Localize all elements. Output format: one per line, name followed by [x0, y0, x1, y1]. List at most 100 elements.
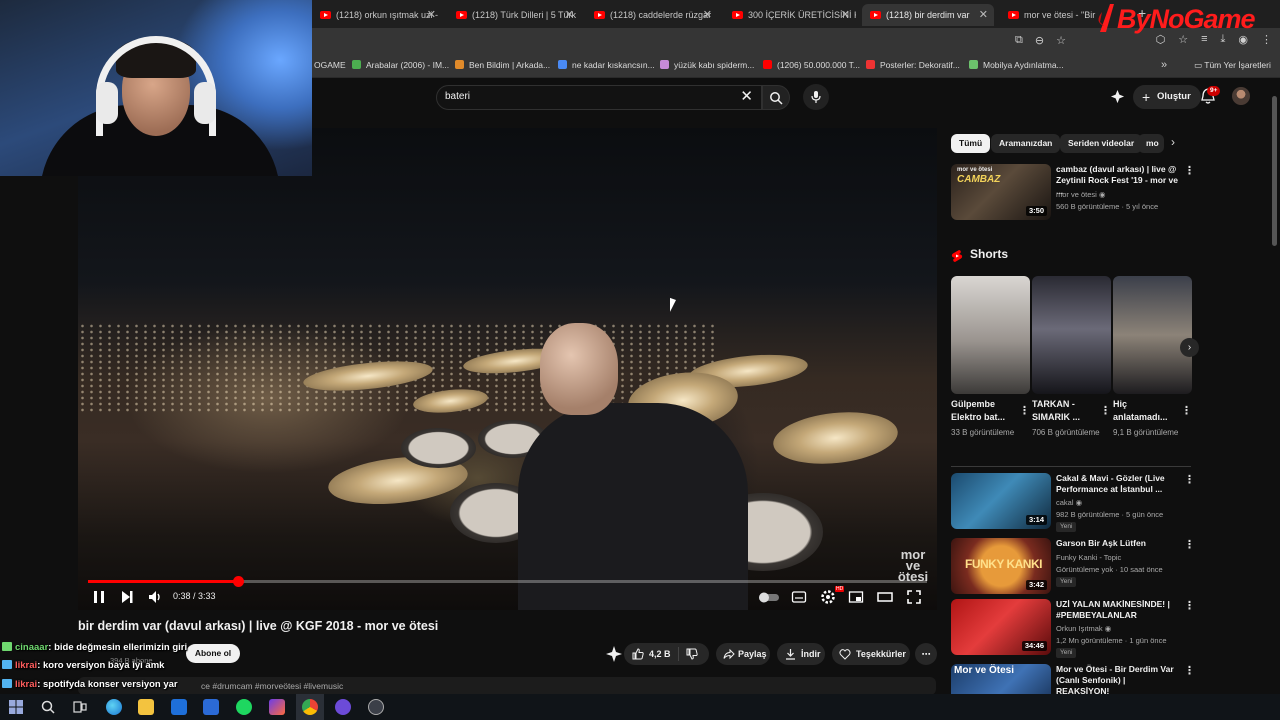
recommendation-item[interactable]: FUNKY KANKI 3:42 Garson Bir Aşk Lütfen F…	[951, 538, 1195, 596]
ask-sparkle-icon[interactable]	[605, 645, 623, 663]
bookmark-item[interactable]: OGAME	[314, 60, 346, 70]
short-thumbnail[interactable]	[1113, 276, 1192, 394]
subtitles-icon[interactable]	[791, 589, 807, 605]
task-view-icon[interactable]	[72, 699, 88, 715]
sparkle-icon[interactable]	[1110, 89, 1125, 104]
autoplay-toggle[interactable]	[758, 589, 780, 605]
close-icon[interactable]: ✕	[841, 4, 850, 26]
short-thumbnail[interactable]	[951, 276, 1030, 394]
edge-browser-icon[interactable]	[106, 699, 122, 715]
outlook-icon[interactable]	[171, 699, 187, 715]
share-button[interactable]: Paylaş	[716, 643, 770, 665]
more-vertical-icon[interactable]: ⋮	[1100, 404, 1111, 417]
store-icon[interactable]	[203, 699, 219, 715]
bookmark-item[interactable]: Posterler: Dekoratif...	[866, 60, 960, 70]
close-icon[interactable]: ✕	[565, 4, 574, 26]
video-thumbnail[interactable]: Mor ve Ötesi	[951, 664, 1051, 694]
short-title[interactable]: Hiç anlatamadı...	[1113, 398, 1177, 424]
bookmark-item[interactable]: Arabalar (2006) - IM...	[352, 60, 449, 70]
settings-gear-icon[interactable]	[820, 589, 836, 605]
channel-name[interactable]: Funky Kanki - Topic	[1056, 553, 1121, 562]
short-item[interactable]: Gülpembe Elektro bat... 33 B görüntüleme…	[951, 276, 1030, 437]
volume-icon[interactable]	[147, 589, 163, 605]
download-button[interactable]: İndir	[777, 643, 825, 665]
bookmark-item[interactable]: Ben Bildim | Arkada...	[455, 60, 550, 70]
channel-name[interactable]: cakal ◉	[1056, 498, 1082, 507]
channel-name[interactable]: mor ve ötesi ◉	[1056, 190, 1106, 199]
next-icon[interactable]	[119, 589, 135, 605]
progress-bar[interactable]	[88, 576, 927, 587]
zoom-icon[interactable]: ⊖	[1035, 34, 1044, 47]
browser-tab-active[interactable]: (1218) bir derdim var ✕	[862, 4, 994, 26]
filter-chip-series[interactable]: Seriden videolar	[1060, 134, 1143, 153]
short-title[interactable]: TARKAN - SIMARIK ...	[1032, 398, 1096, 424]
video-player[interactable]: mor ve ötesi 0:38 / 3:33 HD	[78, 128, 937, 610]
more-vertical-icon[interactable]: ⋮	[1181, 404, 1192, 417]
channel-name[interactable]: Orkun Işıtmak ◉	[1056, 624, 1111, 633]
thanks-button[interactable]: Teşekkürler	[832, 643, 910, 665]
filter-chip-more[interactable]: mo	[1138, 134, 1164, 153]
close-icon[interactable]: ✕	[979, 4, 988, 26]
theater-mode-icon[interactable]	[877, 589, 893, 605]
close-icon[interactable]: ✕	[740, 88, 753, 106]
bookmark-item[interactable]: ne kadar kıskancsın...	[558, 60, 655, 70]
bookmark-item[interactable]: yüzük kabı spiderm...	[660, 60, 754, 70]
short-thumbnail[interactable]	[1032, 276, 1111, 394]
more-vertical-icon[interactable]: ⋮	[1184, 166, 1195, 177]
scrollbar-thumb[interactable]	[1272, 96, 1277, 246]
bookmark-item[interactable]: Mobilya Aydınlatma...	[969, 60, 1064, 70]
chevron-right-icon[interactable]: »	[1161, 59, 1167, 71]
all-bookmarks[interactable]: ▭ Tüm Yer İşaretleri	[1194, 60, 1271, 71]
chevron-right-icon[interactable]: ›	[1171, 135, 1175, 149]
chrome-icon[interactable]	[302, 699, 318, 715]
short-item[interactable]: TARKAN - SIMARIK ... 706 B görüntüleme ⋮	[1032, 276, 1111, 437]
windows-start-icon[interactable]	[8, 699, 24, 715]
more-vertical-icon[interactable]: ⋮	[1184, 666, 1191, 677]
spotify-icon[interactable]	[236, 699, 252, 715]
search-button[interactable]	[762, 85, 790, 110]
filter-chip-from-search[interactable]: Aramanızdan	[991, 134, 1061, 153]
app-icon[interactable]	[269, 699, 285, 715]
subscribe-button[interactable]: Abone ol	[186, 644, 240, 663]
thumbs-up-icon[interactable]	[632, 648, 644, 660]
recommendation-title[interactable]: Mor ve Ötesi - Bir Derdim Var (Canlı Sen…	[1056, 664, 1181, 694]
obs-icon[interactable]	[368, 699, 384, 715]
video-thumbnail[interactable]: mor ve ötesi CAMBAZ 3:50	[951, 164, 1051, 220]
app-icon[interactable]	[335, 699, 351, 715]
bookmark-star-icon[interactable]: ☆	[1056, 34, 1066, 47]
search-icon[interactable]	[40, 699, 56, 715]
more-vertical-icon[interactable]: ⋮	[1184, 475, 1195, 486]
more-vertical-icon[interactable]: ⋮	[1184, 601, 1195, 612]
shorts-next-button[interactable]: ›	[1180, 338, 1199, 357]
thumbs-down-icon[interactable]	[686, 648, 698, 660]
more-vertical-icon[interactable]: ⋮	[1019, 404, 1030, 417]
like-count[interactable]: 4,2 B	[649, 643, 671, 665]
browser-tab[interactable]: (1218) orkun ışıtmak uzi - ✕	[312, 4, 442, 26]
recommendation-title[interactable]: UZİ YALAN MAKİNESİNDE! | #PEMBEYALANLAR	[1056, 599, 1181, 621]
browser-tab[interactable]: 300 İÇERİK ÜRETİCİSİNİ K ✕	[724, 4, 856, 26]
video-thumbnail[interactable]: 3:14	[951, 473, 1051, 529]
recommendation-title[interactable]: Garson Bir Aşk Lütfen	[1056, 538, 1181, 549]
browser-tab[interactable]: (1218) caddelerde rüzgar ✕	[586, 4, 718, 26]
install-app-icon[interactable]: ⧉	[1015, 34, 1023, 47]
short-title[interactable]: Gülpembe Elektro bat...	[951, 398, 1015, 424]
bookmark-item[interactable]: (1206) 50.000.000 T...	[763, 60, 860, 70]
voice-search-button[interactable]	[803, 84, 829, 110]
close-icon[interactable]: ✕	[427, 4, 436, 26]
search-input[interactable]: bateri ✕	[436, 85, 762, 110]
fullscreen-icon[interactable]	[906, 589, 922, 605]
short-item[interactable]: Hiç anlatamadı... 9,1 B görüntüleme ⋮	[1113, 276, 1192, 437]
recommendation-title[interactable]: Cakal & Mavi - Gözler (Live Performance …	[1056, 473, 1181, 495]
file-explorer-icon[interactable]	[138, 699, 154, 715]
browser-tab[interactable]: (1218) Türk Dilleri | 5 Türk ✕	[448, 4, 580, 26]
pause-icon[interactable]	[91, 589, 107, 605]
create-button[interactable]: + Oluştur	[1133, 85, 1201, 109]
avatar[interactable]	[1232, 87, 1250, 105]
recommendation-item[interactable]: 34:46 UZİ YALAN MAKİNESİNDE! | #PEMBEYAL…	[951, 599, 1195, 658]
miniplayer-icon[interactable]	[848, 589, 864, 605]
video-thumbnail[interactable]: FUNKY KANKI 3:42	[951, 538, 1051, 594]
recommendation-item[interactable]: mor ve ötesi CAMBAZ 3:50 cambaz (davul a…	[951, 164, 1195, 222]
more-actions-button[interactable]: ⋯	[915, 643, 937, 665]
recommendation-item[interactable]: Mor ve Ötesi Mor ve Ötesi - Bir Derdim V…	[951, 664, 1191, 694]
video-thumbnail[interactable]: 34:46	[951, 599, 1051, 655]
